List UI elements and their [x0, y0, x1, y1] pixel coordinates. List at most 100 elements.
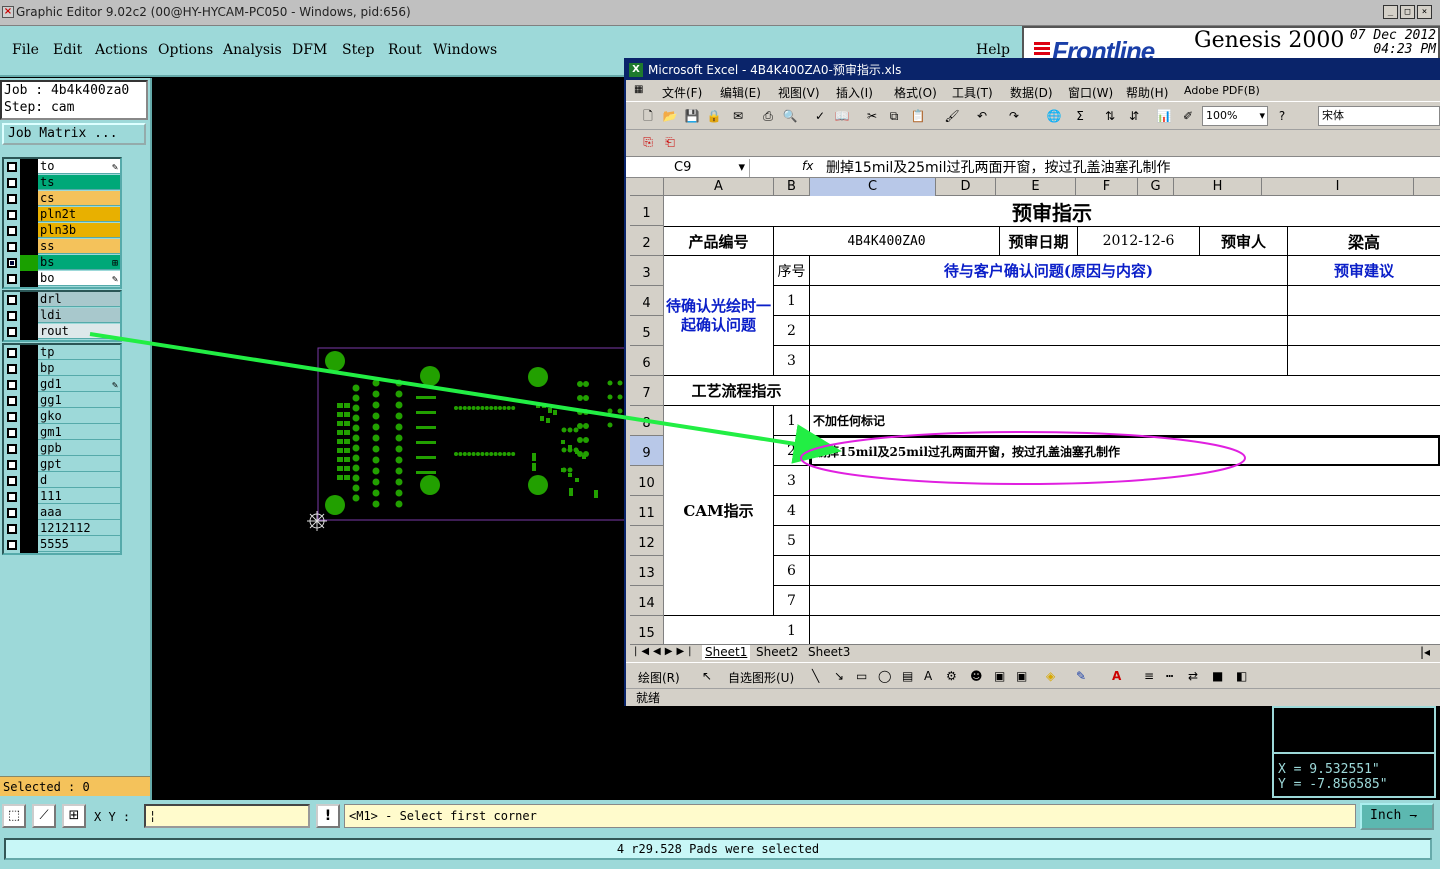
layer-name[interactable]: pln3b — [38, 223, 120, 238]
layer-checkbox[interactable] — [7, 178, 17, 188]
cam-instruction-cell[interactable]: 不加任何标记 — [810, 406, 1440, 436]
spreadsheet-grid[interactable]: ABCDEFGHI 预审指示 产品编号 4B4K400ZA0 预审日期 2012… — [630, 178, 1440, 644]
hscroll-icon[interactable]: |◂ — [1420, 645, 1430, 660]
layer-color-swatch[interactable] — [20, 361, 38, 377]
tab-sheet2[interactable]: Sheet2 — [756, 645, 798, 660]
review-date-value[interactable]: 2012-12-6 — [1078, 226, 1200, 256]
layer-color-swatch[interactable] — [20, 409, 38, 425]
layer-color-swatch[interactable] — [20, 324, 38, 340]
product-no-label[interactable]: 产品编号 — [664, 226, 774, 256]
layer-checkbox[interactable] — [7, 258, 17, 268]
diagram-icon[interactable]: ⚙ — [946, 669, 957, 683]
pending-label[interactable]: 待确认光绘时一起确认问题 — [664, 256, 774, 376]
cam-instruction-cell[interactable] — [810, 586, 1440, 616]
layer-row-drl[interactable]: drl — [4, 292, 120, 308]
sheet-nav-icon[interactable]: |◀◀▶▶| — [634, 646, 696, 657]
excel-menu-view[interactable]: 视图(V) — [778, 84, 820, 101]
chart-wizard-icon[interactable]: 📊 — [1156, 108, 1172, 124]
layer-row-gg1[interactable]: gg1 — [4, 393, 120, 409]
layer-row-gm1[interactable]: gm1 — [4, 425, 120, 441]
menu-dfm[interactable]: DFM — [292, 42, 327, 58]
cam-seq-3[interactable]: 3 — [774, 466, 810, 496]
layer-row-gpb[interactable]: gpb — [4, 441, 120, 457]
layer-row-aaa[interactable]: aaa — [4, 505, 120, 521]
layer-name[interactable]: gd1 ✎ — [38, 377, 120, 392]
menu-actions[interactable]: Actions — [95, 42, 148, 58]
layer-checkbox[interactable] — [7, 428, 17, 438]
excel-menu-help[interactable]: 帮助(H) — [1126, 84, 1168, 101]
layer-row-5555[interactable]: 5555 — [4, 537, 120, 553]
autoshape-menu[interactable]: 自选图形(U) — [728, 669, 794, 686]
layer-color-swatch[interactable] — [20, 191, 38, 207]
layer-color-swatch[interactable] — [20, 175, 38, 191]
layer-checkbox[interactable] — [7, 162, 17, 172]
row15-cell[interactable] — [810, 616, 1440, 644]
seq-label[interactable]: 序号 — [774, 256, 810, 286]
cam-seq-7[interactable]: 7 — [774, 586, 810, 616]
layer-name[interactable]: rout — [38, 324, 120, 339]
wordart-icon[interactable]: A — [924, 669, 932, 683]
print-icon[interactable]: ⎙ — [760, 108, 776, 124]
column-header-E[interactable]: E — [996, 178, 1076, 196]
excel-menu-tools[interactable]: 工具(T) — [952, 84, 993, 101]
cam-seq-5[interactable]: 5 — [774, 526, 810, 556]
column-header-C[interactable]: C — [810, 178, 936, 196]
column-header-I[interactable]: I — [1262, 178, 1414, 196]
layer-name[interactable]: tp — [38, 345, 120, 360]
font-select[interactable]: 宋体 — [1318, 106, 1440, 126]
issue-cell[interactable] — [810, 286, 1288, 316]
measure-icon[interactable]: ⟋ — [32, 804, 56, 828]
layer-row-1212112[interactable]: 1212112 — [4, 521, 120, 537]
fill-color-icon[interactable]: ◈ — [1046, 669, 1055, 683]
menu-rout[interactable]: Rout — [388, 42, 422, 58]
layer-name[interactable]: ts — [38, 175, 120, 190]
fx-icon[interactable]: fx — [802, 159, 813, 173]
zoom-select[interactable]: 100% ▾ — [1202, 106, 1268, 126]
layer-name[interactable]: to ✎ — [38, 159, 120, 174]
cam-instruction-cell[interactable]: 删掉15mil及25mil过孔两面开窗，按过孔盖油塞孔制作 — [810, 436, 1440, 466]
layer-color-swatch[interactable] — [20, 239, 38, 255]
issue-cell[interactable] — [810, 346, 1288, 376]
layer-name[interactable]: pln2t — [38, 207, 120, 222]
drawing-icon[interactable]: ✐ — [1180, 108, 1196, 124]
layer-checkbox[interactable] — [7, 540, 17, 550]
name-box[interactable]: C9 ▾ — [630, 159, 750, 177]
layer-color-swatch[interactable] — [20, 223, 38, 239]
layer-name[interactable]: bo ✎ — [38, 271, 120, 286]
layer-color-swatch[interactable] — [20, 255, 38, 271]
layer-color-swatch[interactable] — [20, 425, 38, 441]
cam-label[interactable]: CAM指示 — [664, 406, 774, 616]
excel-menu-data[interactable]: 数据(D) — [1010, 84, 1053, 101]
row-header-6[interactable]: 6 — [630, 346, 664, 376]
suggestion-header[interactable]: 预审建议 — [1288, 256, 1440, 286]
seq-a-2[interactable]: 2 — [774, 316, 810, 346]
column-header-F[interactable]: F — [1076, 178, 1138, 196]
layer-checkbox[interactable] — [7, 348, 17, 358]
layer-checkbox[interactable] — [7, 295, 17, 305]
issues-header[interactable]: 待与客户确认问题(原因与内容) — [810, 256, 1288, 286]
layer-checkbox[interactable] — [7, 210, 17, 220]
layer-name[interactable]: aaa — [38, 505, 120, 520]
layer-color-swatch[interactable] — [20, 393, 38, 409]
tab-sheet1[interactable]: Sheet1 — [702, 645, 751, 660]
paste-icon[interactable]: 📋 — [910, 108, 926, 124]
select-pointer-icon[interactable]: ↖ — [702, 669, 712, 683]
cam-instruction-cell[interactable] — [810, 556, 1440, 586]
column-header-B[interactable]: B — [774, 178, 810, 196]
layer-name[interactable]: gpb — [38, 441, 120, 456]
column-header-G[interactable]: G — [1138, 178, 1174, 196]
layer-name[interactable]: 1212112 — [38, 521, 120, 536]
sort-desc-icon[interactable]: ⇵ — [1126, 108, 1142, 124]
layer-name[interactable]: gg1 — [38, 393, 120, 408]
permission-icon[interactable]: 🔒 — [706, 108, 722, 124]
layer-row-111[interactable]: 111 — [4, 489, 120, 505]
menu-step[interactable]: Step — [342, 42, 374, 58]
sort-asc-icon[interactable]: ⇅ — [1102, 108, 1118, 124]
select-all-corner[interactable] — [630, 178, 664, 196]
cam-instruction-cell[interactable] — [810, 526, 1440, 556]
layer-checkbox[interactable] — [7, 476, 17, 486]
layer-color-swatch[interactable] — [20, 159, 38, 175]
menu-help[interactable]: Help — [976, 42, 1010, 58]
review-date-label[interactable]: 预审日期 — [1000, 226, 1078, 256]
excel-menu-file[interactable]: 文件(F) — [662, 84, 702, 101]
